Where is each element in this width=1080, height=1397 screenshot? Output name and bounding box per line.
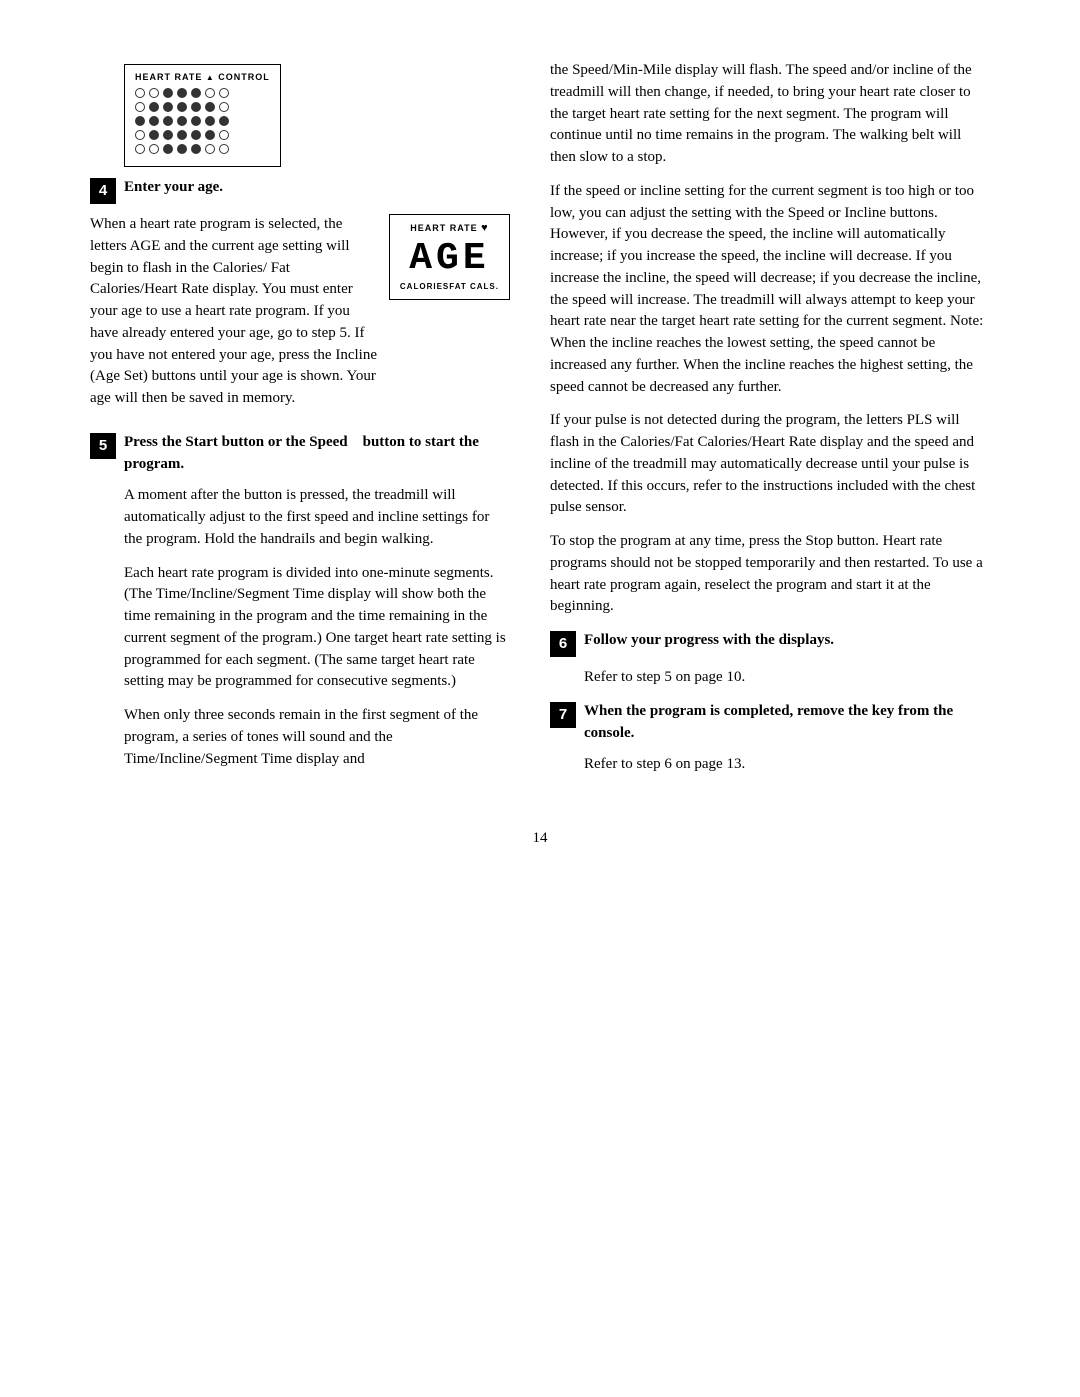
dot bbox=[219, 130, 229, 140]
dot bbox=[149, 102, 159, 112]
calories-label: CALORIES bbox=[400, 281, 449, 293]
dot bbox=[163, 130, 173, 140]
hr-control-label: HEART RATE ▲ CONTROL bbox=[135, 71, 270, 84]
dot bbox=[205, 130, 215, 140]
step-5-number: 5 bbox=[90, 433, 116, 459]
step-4-title: Enter your age. bbox=[124, 177, 223, 199]
step-4-content: When a heart rate program is selected, t… bbox=[90, 214, 379, 422]
dot bbox=[135, 88, 145, 98]
right-para3: If your pulse is not detected during the… bbox=[550, 410, 990, 519]
dot bbox=[135, 144, 145, 154]
page: HEART RATE ▲ CONTROL bbox=[0, 0, 1080, 1397]
step-4-para1: When a heart rate program is selected, t… bbox=[90, 214, 379, 410]
step-5-title: Press the Start button or the Speed butt… bbox=[124, 434, 479, 472]
step-5-title-block: Press the Start button or the Speed butt… bbox=[124, 432, 510, 476]
dot bbox=[135, 130, 145, 140]
step-5-para1: A moment after the button is pressed, th… bbox=[124, 485, 510, 550]
dot bbox=[149, 116, 159, 126]
dot bbox=[205, 144, 215, 154]
dot bbox=[177, 88, 187, 98]
age-display: HEART RATE ♥ AGE CALORIES FAT CALS. bbox=[389, 214, 510, 300]
dot bbox=[191, 116, 201, 126]
fat-cals-label: FAT CALS. bbox=[449, 281, 499, 293]
dot bbox=[135, 102, 145, 112]
age-display-top-label: HEART RATE ♥ bbox=[400, 221, 499, 237]
dot bbox=[191, 102, 201, 112]
dot bbox=[135, 116, 145, 126]
right-para1: the Speed/Min-Mile display will flash. T… bbox=[550, 60, 990, 169]
dot bbox=[163, 88, 173, 98]
dot bbox=[163, 116, 173, 126]
dot bbox=[205, 102, 215, 112]
dot bbox=[177, 116, 187, 126]
step-6: 6 Follow your progress with the displays… bbox=[550, 630, 990, 657]
dot bbox=[219, 102, 229, 112]
dot bbox=[163, 144, 173, 154]
step-7-content: Refer to step 6 on page 13. bbox=[584, 754, 990, 776]
dot bbox=[149, 144, 159, 154]
right-para4: To stop the program at any time, press t… bbox=[550, 531, 990, 618]
dot bbox=[205, 116, 215, 126]
dot bbox=[177, 130, 187, 140]
dot bbox=[149, 130, 159, 140]
dot bbox=[177, 144, 187, 154]
step-7-title: When the program is completed, remove th… bbox=[584, 701, 990, 745]
heart-icon: ♥ bbox=[481, 222, 489, 234]
step-7-para1: Refer to step 6 on page 13. bbox=[584, 754, 990, 776]
page-number: 14 bbox=[90, 828, 990, 850]
step-4-number: 4 bbox=[90, 178, 116, 204]
right-column: the Speed/Min-Mile display will flash. T… bbox=[550, 60, 990, 788]
step-4: 4 Enter your age. bbox=[90, 177, 510, 204]
dot bbox=[163, 102, 173, 112]
dot bbox=[219, 116, 229, 126]
dot bbox=[219, 88, 229, 98]
step-5: 5 Press the Start button or the Speed bu… bbox=[90, 432, 510, 476]
left-column: HEART RATE ▲ CONTROL bbox=[90, 60, 510, 788]
age-display-box: HEART RATE ♥ AGE CALORIES FAT CALS. bbox=[389, 214, 510, 300]
step-6-content: Refer to step 5 on page 10. bbox=[584, 667, 990, 689]
dot bbox=[177, 102, 187, 112]
dot bbox=[191, 88, 201, 98]
dot bbox=[191, 130, 201, 140]
step-7-number: 7 bbox=[550, 702, 576, 728]
dot bbox=[149, 88, 159, 98]
age-display-bottom: CALORIES FAT CALS. bbox=[400, 281, 499, 293]
step-6-title: Follow your progress with the displays. bbox=[584, 630, 834, 652]
step-6-number: 6 bbox=[550, 631, 576, 657]
step-5-content: A moment after the button is pressed, th… bbox=[124, 485, 510, 770]
dot-grid bbox=[135, 88, 270, 156]
step-5-para2: Each heart rate program is divided into … bbox=[124, 563, 510, 694]
dot bbox=[205, 88, 215, 98]
two-column-layout: HEART RATE ▲ CONTROL bbox=[90, 60, 990, 788]
step-6-para1: Refer to step 5 on page 10. bbox=[584, 667, 990, 689]
step-7: 7 When the program is completed, remove … bbox=[550, 701, 990, 745]
right-para2: If the speed or incline setting for the … bbox=[550, 181, 990, 399]
heart-rate-control-diagram: HEART RATE ▲ CONTROL bbox=[124, 64, 281, 167]
step-5-para3: When only three seconds remain in the fi… bbox=[124, 705, 510, 770]
dot bbox=[219, 144, 229, 154]
dot bbox=[191, 144, 201, 154]
age-display-digits: AGE bbox=[400, 240, 499, 278]
